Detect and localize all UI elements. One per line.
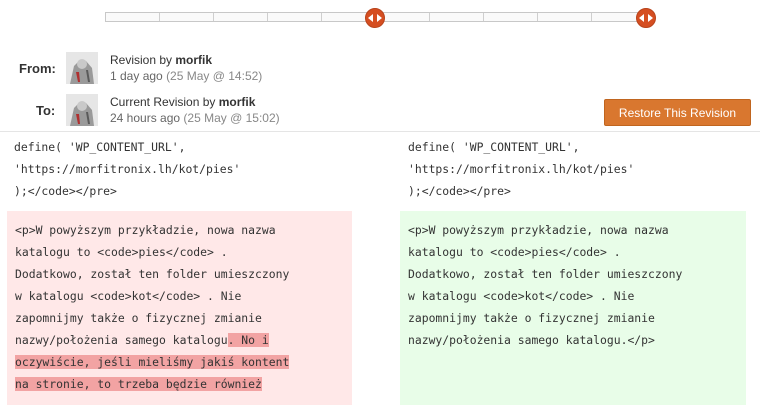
left-right-arrows-icon xyxy=(639,14,653,22)
avatar xyxy=(66,52,98,84)
slider-tick xyxy=(591,13,592,21)
to-revision-handle[interactable] xyxy=(636,8,656,28)
slider-tick xyxy=(429,13,430,21)
revision-date: (25 May @ 15:02) xyxy=(183,111,280,125)
slider-tick xyxy=(483,13,484,21)
diff-line: oczywiście, jeśli mieliśmy jakiś kontent xyxy=(15,351,344,373)
diff-line: nazwy/położenia samego katalogu. No i xyxy=(15,329,344,351)
from-label: From: xyxy=(19,61,56,76)
restore-revision-button[interactable]: Restore This Revision xyxy=(604,99,751,126)
time-ago: 1 day ago xyxy=(110,69,163,83)
slider-tick xyxy=(213,13,214,21)
diff-line: katalogu to <code>pies</code> . xyxy=(15,245,228,259)
avatar xyxy=(66,94,98,126)
to-label: To: xyxy=(36,103,56,118)
code-line: );</code></pre> xyxy=(14,184,117,198)
code-line: );</code></pre> xyxy=(408,184,511,198)
diff-line: w katalogu <code>kot</code> . Nie xyxy=(408,289,635,303)
divider xyxy=(0,131,760,132)
time-ago: 24 hours ago xyxy=(110,111,181,125)
diff-text: nazwy/położenia samego katalogu xyxy=(15,333,228,347)
diff-added-block: <p>W powyższym przykładzie, nowa nazwa k… xyxy=(400,211,746,405)
from-revision-handle[interactable] xyxy=(365,8,385,28)
diff-removed-text: . No i xyxy=(227,333,269,347)
diff-context-left: define( 'WP_CONTENT_URL', 'https://morfit… xyxy=(14,136,240,202)
revision-prefix: Revision by xyxy=(110,53,173,67)
diff-line: zapomnijmy także o fizycznej zmianie xyxy=(408,311,655,325)
diff-line: zapomnijmy także o fizycznej zmianie xyxy=(15,311,262,325)
from-revision-info: Revision by morfik 1 day ago (25 May @ 1… xyxy=(110,52,262,84)
diff-line: Dodatkowo, został ten folder umieszczony xyxy=(408,267,683,281)
slider-tick xyxy=(321,13,322,21)
revision-prefix: Current Revision by xyxy=(110,95,216,109)
diff-line: nazwy/położenia samego katalogu.</p> xyxy=(408,333,655,347)
code-line: define( 'WP_CONTENT_URL', xyxy=(14,140,186,154)
diff-line: Dodatkowo, został ten folder umieszczony xyxy=(15,267,290,281)
code-line: 'https://morfitronix.lh/kot/pies' xyxy=(14,162,241,176)
diff-line: katalogu to <code>pies</code> . xyxy=(408,245,621,259)
author-name: morfik xyxy=(218,95,256,109)
diff-line: <p>W powyższym przykładzie, nowa nazwa xyxy=(15,223,276,237)
diff-line: na stronie, to trzeba będzie również xyxy=(15,373,344,395)
code-line: define( 'WP_CONTENT_URL', xyxy=(408,140,580,154)
to-revision-info: Current Revision by morfik 24 hours ago … xyxy=(110,94,280,126)
author-name: morfik xyxy=(175,53,213,67)
diff-removed-text: oczywiście, jeśli mieliśmy jakiś kontent xyxy=(15,355,290,369)
diff-removed-text: na stronie, to trzeba będzie również xyxy=(15,377,262,391)
diff-context-right: define( 'WP_CONTENT_URL', 'https://morfit… xyxy=(408,136,634,202)
diff-line: w katalogu <code>kot</code> . Nie xyxy=(15,289,242,303)
diff-deleted-block: <p>W powyższym przykładzie, nowa nazwa k… xyxy=(7,211,352,405)
diff-line: <p>W powyższym przykładzie, nowa nazwa xyxy=(408,223,669,237)
slider-tick xyxy=(537,13,538,21)
code-line: 'https://morfitronix.lh/kot/pies' xyxy=(408,162,635,176)
revision-date: (25 May @ 14:52) xyxy=(166,69,263,83)
slider-tick xyxy=(267,13,268,21)
left-right-arrows-icon xyxy=(368,14,382,22)
slider-tick xyxy=(159,13,160,21)
